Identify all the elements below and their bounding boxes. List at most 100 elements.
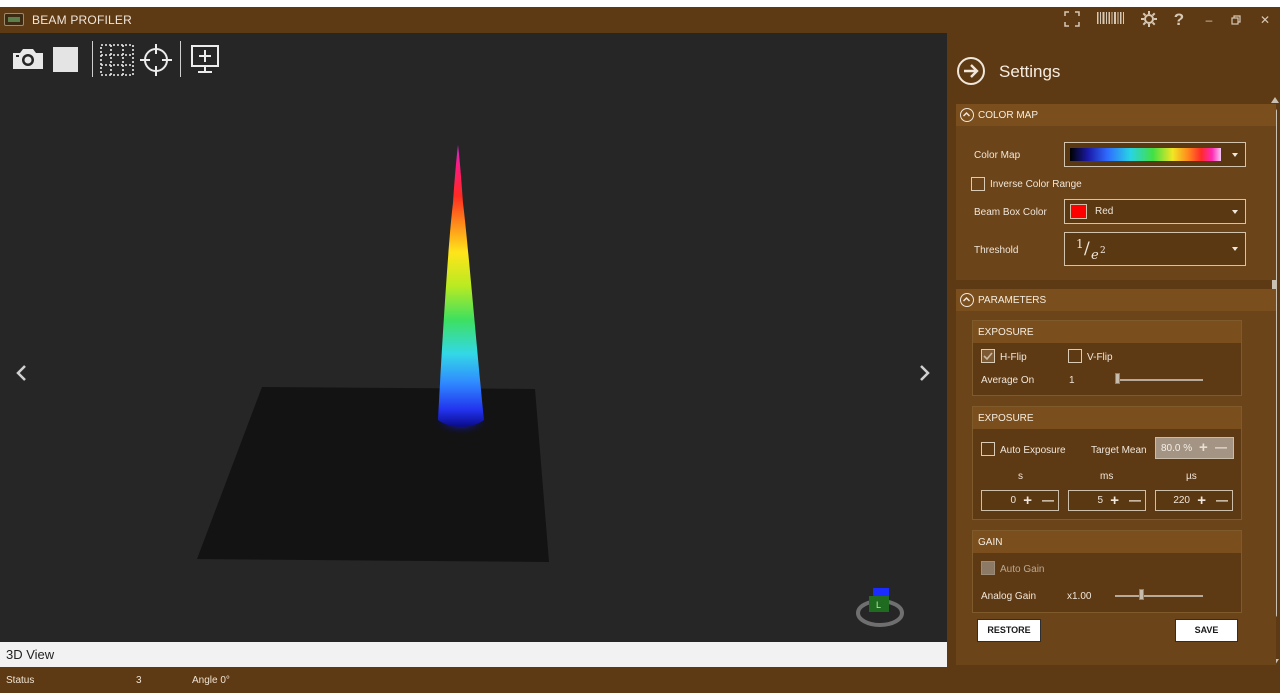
- gear-icon[interactable]: [1139, 10, 1159, 30]
- gain-group-title: GAIN: [978, 537, 1003, 548]
- auto-gain-checkbox[interactable]: [981, 561, 995, 575]
- beam-box-color-value: Red: [1095, 206, 1114, 217]
- beam-box-color-label: Beam Box Color: [974, 207, 1047, 218]
- beam-peak: [438, 145, 484, 427]
- milliseconds-column-label: ms: [1100, 471, 1114, 482]
- angle-readout: Angle 0°: [192, 675, 230, 686]
- checkmark-icon: [983, 352, 993, 361]
- view-label: 3D View: [6, 647, 55, 662]
- next-view-arrow-icon[interactable]: [918, 365, 932, 381]
- parameters-section-header[interactable]: PARAMETERS: [956, 289, 1276, 311]
- microseconds-plus-icon[interactable]: +: [1197, 492, 1206, 509]
- beam-3d-plot: [197, 145, 904, 627]
- analog-gain-slider-thumb[interactable]: [1139, 589, 1144, 600]
- threshold-slash: /: [1084, 239, 1090, 259]
- seconds-column-label: s: [1018, 471, 1023, 482]
- orientation-cube-face-label: L: [876, 600, 882, 610]
- chevron-down-icon: [1232, 209, 1238, 214]
- inverse-color-range-label: Inverse Color Range: [990, 179, 1082, 190]
- target-mean-value: 80.0 %: [1161, 443, 1193, 454]
- status-bar: Status 3 Angle 0°: [0, 667, 1280, 693]
- chevron-down-icon: [1232, 152, 1238, 157]
- h-flip-checkbox[interactable]: [981, 349, 995, 363]
- parameters-section-title: PARAMETERS: [978, 295, 1047, 306]
- h-flip-label: H-Flip: [1000, 352, 1027, 363]
- exposure-group-title: EXPOSURE: [978, 413, 1034, 424]
- milliseconds-stepper[interactable]: 5 + —: [1068, 490, 1146, 511]
- chevron-down-icon: [1232, 247, 1238, 251]
- color-map-section: COLOR MAP Color Map Inverse Color Range …: [956, 104, 1276, 280]
- gain-group: GAIN Auto Gain Analog Gain x1.00: [972, 530, 1242, 613]
- previous-view-arrow-icon[interactable]: [14, 365, 28, 381]
- target-mean-stepper[interactable]: 80.0 % + —: [1155, 437, 1234, 459]
- minimize-icon[interactable]: –: [1202, 10, 1216, 30]
- seconds-minus-icon[interactable]: —: [1042, 492, 1054, 509]
- auto-exposure-label: Auto Exposure: [1000, 445, 1066, 456]
- barcode-icon[interactable]: [1095, 10, 1127, 30]
- v-flip-label: V-Flip: [1087, 352, 1113, 363]
- threshold-denominator: e: [1091, 248, 1099, 263]
- analog-gain-slider-track[interactable]: [1115, 595, 1203, 597]
- gain-group-header: GAIN: [973, 531, 1241, 553]
- parameters-section: PARAMETERS EXPOSURE H-Flip V-Flip Averag…: [956, 289, 1276, 665]
- analog-gain-label: Analog Gain: [981, 591, 1037, 602]
- color-map-dropdown[interactable]: [1064, 142, 1246, 167]
- threshold-dropdown[interactable]: 1 / e 2: [1064, 232, 1246, 266]
- microseconds-stepper[interactable]: 220 + —: [1155, 490, 1233, 511]
- inverse-color-range-checkbox[interactable]: [971, 177, 985, 191]
- save-button[interactable]: SAVE: [1175, 619, 1238, 642]
- v-flip-checkbox[interactable]: [1068, 349, 1082, 363]
- restore-icon[interactable]: [1229, 10, 1243, 30]
- status-label: Status: [6, 675, 35, 686]
- 3d-viewport[interactable]: L: [0, 33, 947, 642]
- microseconds-column-label: µs: [1186, 471, 1197, 482]
- seconds-stepper[interactable]: 0 + —: [981, 490, 1059, 511]
- flip-group-title: EXPOSURE: [978, 327, 1034, 338]
- beam-box-color-dropdown[interactable]: Red: [1064, 199, 1246, 224]
- exposure-group: EXPOSURE Auto Exposure Target Mean 80.0 …: [972, 406, 1242, 520]
- milliseconds-minus-icon[interactable]: —: [1129, 492, 1141, 509]
- analog-gain-value: x1.00: [1067, 591, 1092, 602]
- average-on-value: 1: [1069, 375, 1075, 386]
- microseconds-value: 220: [1173, 495, 1190, 506]
- average-on-slider-thumb[interactable]: [1115, 373, 1120, 384]
- close-icon[interactable]: ✕: [1257, 10, 1273, 30]
- auto-gain-label: Auto Gain: [1000, 564, 1045, 575]
- threshold-numerator: 1: [1076, 237, 1084, 251]
- color-map-section-title: COLOR MAP: [978, 110, 1039, 121]
- chevron-up-icon[interactable]: [960, 108, 974, 122]
- seconds-plus-icon[interactable]: +: [1023, 492, 1032, 509]
- color-map-gradient-preview: [1070, 148, 1221, 161]
- restore-button[interactable]: RESTORE: [977, 619, 1041, 642]
- status-value: 3: [136, 675, 142, 686]
- target-mean-label: Target Mean: [1091, 445, 1147, 456]
- milliseconds-value: 5: [1097, 495, 1103, 506]
- microseconds-minus-icon[interactable]: —: [1216, 492, 1228, 509]
- beam-box-color-swatch: [1070, 204, 1087, 219]
- color-map-label: Color Map: [974, 150, 1021, 161]
- title-bar: BEAM PROFILER ? – ✕: [0, 7, 1280, 33]
- collapse-settings-arrow-icon[interactable]: [957, 57, 985, 85]
- app-title: BEAM PROFILER: [32, 13, 132, 27]
- app-logo-icon: [4, 13, 24, 26]
- threshold-exponent: 2: [1100, 246, 1106, 256]
- chevron-up-icon[interactable]: [960, 293, 974, 307]
- exposure-group-header: EXPOSURE: [973, 407, 1241, 429]
- average-on-slider-track[interactable]: [1115, 379, 1203, 381]
- beam-profiler-window: BEAM PROFILER ? – ✕ L 3D View Status 3 A…: [0, 0, 1280, 700]
- auto-exposure-checkbox[interactable]: [981, 442, 995, 456]
- help-icon[interactable]: ?: [1171, 10, 1187, 30]
- fullscreen-icon[interactable]: [1062, 10, 1082, 30]
- settings-panel: Settings COLOR MAP Color Map Inverse Col…: [947, 33, 1280, 667]
- seconds-value: 0: [1010, 495, 1016, 506]
- average-on-label: Average On: [981, 375, 1035, 386]
- target-mean-plus-icon[interactable]: +: [1199, 439, 1208, 456]
- color-map-section-header[interactable]: COLOR MAP: [956, 104, 1276, 126]
- view-label-bar: 3D View: [0, 642, 947, 667]
- base-plane: [197, 387, 549, 562]
- target-mean-minus-icon[interactable]: —: [1215, 440, 1227, 454]
- settings-title: Settings: [999, 62, 1061, 81]
- milliseconds-plus-icon[interactable]: +: [1110, 492, 1119, 509]
- flip-group-header: EXPOSURE: [973, 321, 1241, 343]
- threshold-label: Threshold: [974, 245, 1019, 256]
